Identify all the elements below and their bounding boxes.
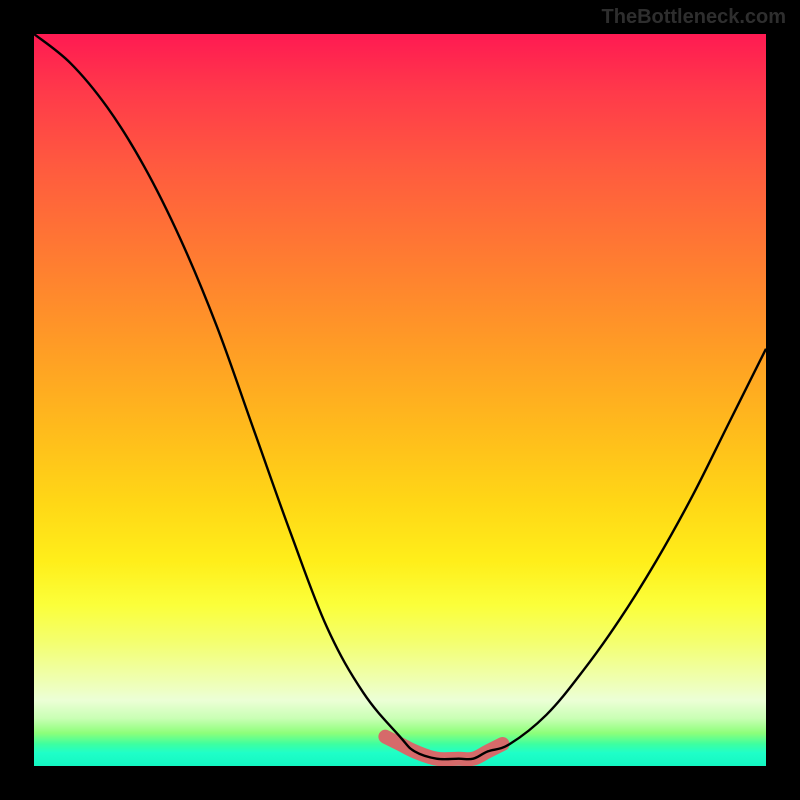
chart-frame: TheBottleneck.com (0, 0, 800, 800)
curve-svg (34, 34, 766, 766)
plot-area (34, 34, 766, 766)
bottleneck-curve-line (34, 34, 766, 759)
watermark-text: TheBottleneck.com (602, 6, 786, 29)
